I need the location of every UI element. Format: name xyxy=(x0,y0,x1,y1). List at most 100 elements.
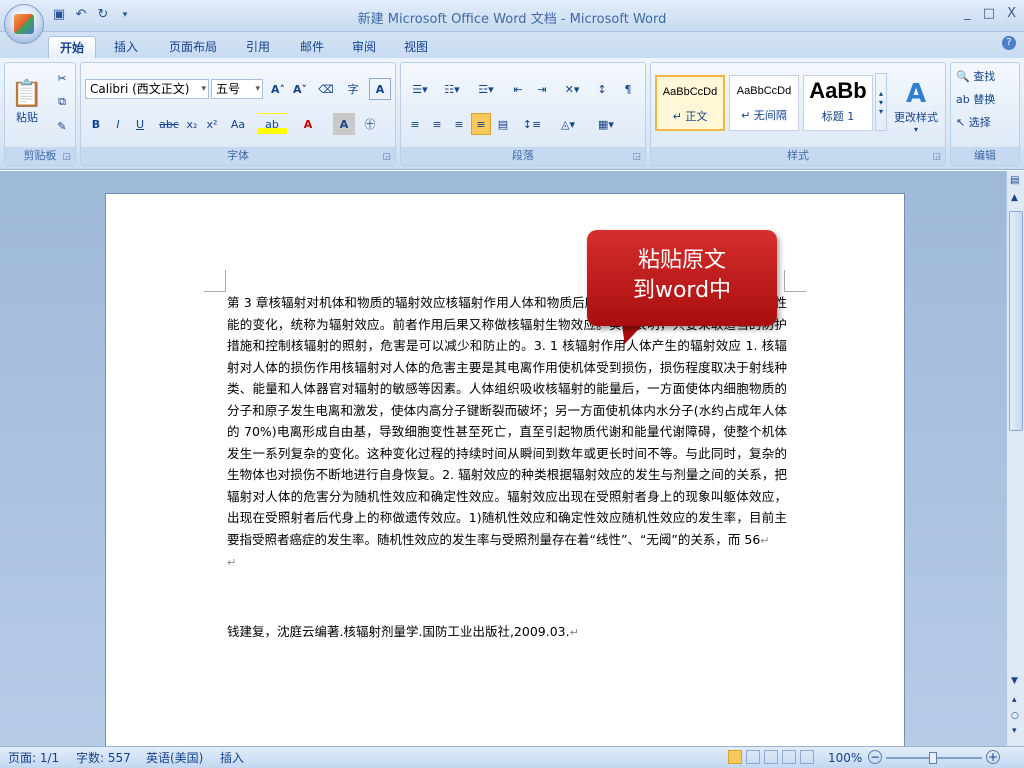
document-body-paragraph[interactable]: 第 3 章核辐射对机体和物质的辐射效应核辐射作用人体和物质后所产生的各种生物学变… xyxy=(227,292,787,574)
replace-label: 替换 xyxy=(973,93,996,106)
select-button[interactable]: ↖ 选择 xyxy=(955,111,1017,133)
language-indicator[interactable]: 英语(美国) xyxy=(146,750,203,766)
ruler-toggle-icon[interactable]: ▤ xyxy=(1010,175,1019,186)
outline-icon[interactable] xyxy=(782,750,796,764)
full-screen-reading-icon[interactable] xyxy=(746,750,760,764)
next-page-icon[interactable]: ▾ xyxy=(1012,726,1017,736)
find-button[interactable]: 🔍 查找 xyxy=(955,65,1017,87)
title-bar: ▣ ↶ ↻ ▾ 新建 Microsoft Office Word 文档 - Mi… xyxy=(0,0,1024,32)
scroll-up-icon[interactable]: ▲ xyxy=(1011,193,1018,203)
clear-format-icon[interactable]: ⌫ xyxy=(315,78,337,100)
justify-icon[interactable]: ≡ xyxy=(471,113,491,135)
browse-object-icon[interactable]: ○ xyxy=(1011,711,1019,721)
numbering-icon[interactable]: ☷▾ xyxy=(437,78,467,100)
callout-line-2: 到word中 xyxy=(632,278,732,303)
distribute-icon[interactable]: ▤ xyxy=(493,113,513,135)
zoom-in-icon[interactable]: + xyxy=(986,750,1000,764)
chevron-down-icon: ▾ xyxy=(913,124,918,134)
grow-font-button[interactable]: A˄ xyxy=(267,78,289,100)
font-size-combo[interactable]: 五号 ▾ xyxy=(211,79,263,99)
format-painter-button[interactable]: ✎ xyxy=(51,115,73,137)
maximize-button[interactable]: □ xyxy=(983,6,995,21)
scroll-thumb[interactable] xyxy=(1009,211,1023,431)
subscript-icon[interactable]: x₂ xyxy=(183,113,201,135)
citation-line[interactable]: 钱建复，沈庭云编著.核辐射剂量学.国防工业出版社,2009.03.↵ xyxy=(227,621,579,640)
align-center-icon[interactable]: ≡ xyxy=(427,113,447,135)
styles-scroll[interactable]: ▴ ▾ ▾ xyxy=(875,73,887,131)
ribbon: 📋 粘贴 ✂ ⧉ ✎ 剪贴板 ◲ Calibri (西文正文) ▾ 五号 ▾ A˄ … xyxy=(0,58,1024,170)
word-count[interactable]: 字数: 557 xyxy=(76,750,131,766)
bold-icon[interactable]: B xyxy=(87,113,105,135)
editing-label: 编辑 xyxy=(951,147,1019,165)
tab-review[interactable]: 审阅 xyxy=(342,36,386,58)
page-count[interactable]: 页面: 1/1 xyxy=(8,750,59,766)
chinese-layout-icon[interactable]: ✕▾ xyxy=(557,78,587,100)
zoom-out-icon[interactable]: − xyxy=(868,750,882,764)
print-layout-icon[interactable] xyxy=(728,750,742,764)
vertical-scrollbar[interactable]: ▤ ▲ ▼ ▴ ○ ▾ xyxy=(1006,171,1024,746)
italic-icon[interactable]: I xyxy=(109,113,127,135)
bullets-icon[interactable]: ☰▾ xyxy=(405,78,435,100)
font-color-icon[interactable]: A xyxy=(293,113,323,135)
replace-button[interactable]: ab 替换 xyxy=(955,88,1017,110)
scroll-down-icon[interactable]: ▼ xyxy=(1011,676,1018,686)
character-border-icon[interactable]: A xyxy=(369,78,391,100)
document-page[interactable]: 第 3 章核辐射对机体和物质的辐射效应核辐射作用人体和物质后所产生的各种生物学变… xyxy=(105,193,905,753)
enclose-characters-icon[interactable]: ㊉ xyxy=(359,113,381,135)
office-button[interactable] xyxy=(4,4,44,44)
tab-page-layout[interactable]: 页面布局 xyxy=(158,36,228,58)
insert-mode[interactable]: 插入 xyxy=(220,750,244,766)
character-shading-icon[interactable]: A xyxy=(333,113,355,135)
margin-corner-mark xyxy=(204,270,226,292)
font-group: Calibri (西文正文) ▾ 五号 ▾ A˄ A˅ ⌫ 字 A B I U ab… xyxy=(80,62,396,166)
callout-line-1: 粘贴原文 xyxy=(637,248,726,273)
style-preview: AaBb xyxy=(809,78,867,103)
decrease-indent-icon[interactable]: ⇤ xyxy=(507,78,529,100)
cut-button[interactable]: ✂ xyxy=(51,67,73,89)
increase-indent-icon[interactable]: ⇥ xyxy=(531,78,553,100)
tab-mailings[interactable]: 邮件 xyxy=(290,36,334,58)
sort-icon[interactable]: ↕ xyxy=(591,78,613,100)
help-icon[interactable]: ? xyxy=(1002,36,1016,50)
previous-page-icon[interactable]: ▴ xyxy=(1012,695,1017,705)
strikethrough-icon[interactable]: abc xyxy=(157,113,181,135)
dialog-launcher-icon[interactable]: ◲ xyxy=(632,152,641,162)
replace-icon: ab xyxy=(956,92,970,106)
font-name-combo[interactable]: Calibri (西文正文) ▾ xyxy=(85,79,209,99)
tab-view[interactable]: 视图 xyxy=(394,36,438,58)
paste-button[interactable]: 📋 粘贴 xyxy=(9,67,45,137)
phonetic-guide-icon[interactable]: 字 xyxy=(341,78,365,100)
draft-icon[interactable] xyxy=(800,750,814,764)
close-button[interactable]: X xyxy=(1007,6,1016,21)
dialog-launcher-icon[interactable]: ◲ xyxy=(932,152,941,162)
show-marks-icon[interactable]: ¶ xyxy=(617,78,639,100)
zoom-level[interactable]: 100% xyxy=(828,750,862,766)
underline-icon[interactable]: U xyxy=(131,113,149,135)
highlight-icon[interactable]: ab xyxy=(257,113,287,135)
paste-label: 粘贴 xyxy=(16,111,38,124)
line-spacing-icon[interactable]: ↕≡ xyxy=(517,113,547,135)
shading-icon[interactable]: ◬▾ xyxy=(551,113,585,135)
change-case-icon[interactable]: Aa xyxy=(225,113,251,135)
style-no-spacing[interactable]: AaBbCcDd ↵ 无间隔 xyxy=(729,75,799,131)
window-controls: _ □ X xyxy=(964,6,1016,21)
superscript-icon[interactable]: x² xyxy=(203,113,221,135)
dialog-launcher-icon[interactable]: ◲ xyxy=(382,152,391,162)
tab-references[interactable]: 引用 xyxy=(236,36,280,58)
style-name: ↵ 无间隔 xyxy=(741,109,787,122)
align-right-icon[interactable]: ≡ xyxy=(449,113,469,135)
minimize-button[interactable]: _ xyxy=(964,6,971,21)
align-left-icon[interactable]: ≡ xyxy=(405,113,425,135)
zoom-slider-thumb[interactable] xyxy=(929,752,937,764)
style-heading-1[interactable]: AaBb 标题 1 xyxy=(803,75,873,131)
shrink-font-button[interactable]: A˅ xyxy=(289,78,311,100)
dialog-launcher-icon[interactable]: ◲ xyxy=(62,152,71,162)
copy-button[interactable]: ⧉ xyxy=(51,91,73,113)
tab-home[interactable]: 开始 xyxy=(48,36,96,58)
style-normal[interactable]: AaBbCcDd ↵ 正文 xyxy=(655,75,725,131)
web-layout-icon[interactable] xyxy=(764,750,778,764)
change-styles-button[interactable]: A 更改样式 ▾ xyxy=(889,69,943,143)
borders-icon[interactable]: ▦▾ xyxy=(589,113,623,135)
tab-insert[interactable]: 插入 xyxy=(104,36,148,58)
multilevel-list-icon[interactable]: ☲▾ xyxy=(469,78,503,100)
